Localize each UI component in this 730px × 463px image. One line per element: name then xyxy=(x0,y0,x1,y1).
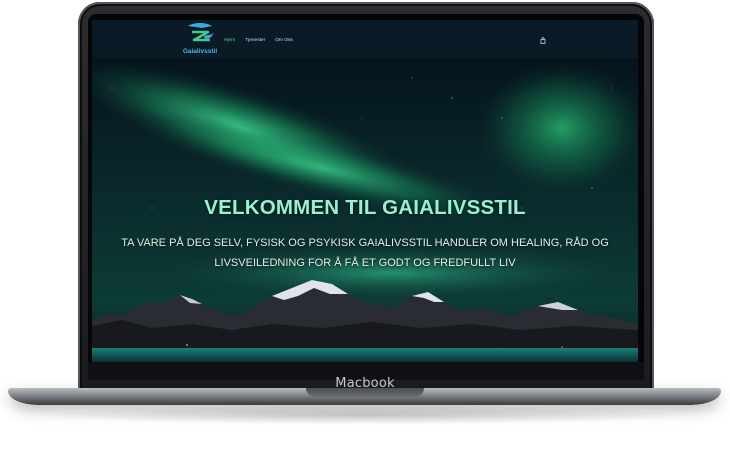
laptop-screen: Gaialivsstil Hjem Tjenester Om Oss VELKO… xyxy=(92,20,638,362)
hero-subtitle: TA VARE PÅ DEG SELV, FYSISK OG PSYKISK G… xyxy=(121,237,609,269)
laptop-hinge-notch xyxy=(306,388,424,397)
main-nav: Hjem Tjenester Om Oss xyxy=(224,38,293,43)
gaia-logo-icon xyxy=(188,23,214,42)
shopping-bag-icon[interactable] xyxy=(540,37,546,44)
nav-item-hjem[interactable]: Hjem xyxy=(224,38,235,43)
hero-title: VELKOMMEN TIL GAIALIVSSTIL xyxy=(204,196,526,219)
laptop-shadow xyxy=(40,405,690,425)
site-header: Gaialivsstil Hjem Tjenester Om Oss xyxy=(92,20,638,58)
logo-text: Gaialivsstil xyxy=(182,48,218,55)
nav-item-om-oss[interactable]: Om Oss xyxy=(275,38,293,43)
site-logo[interactable]: Gaialivsstil xyxy=(178,22,218,56)
hero-section: VELKOMMEN TIL GAIALIVSSTIL TA VARE PÅ DE… xyxy=(92,58,638,362)
nav-item-tjenester[interactable]: Tjenester xyxy=(245,38,265,43)
